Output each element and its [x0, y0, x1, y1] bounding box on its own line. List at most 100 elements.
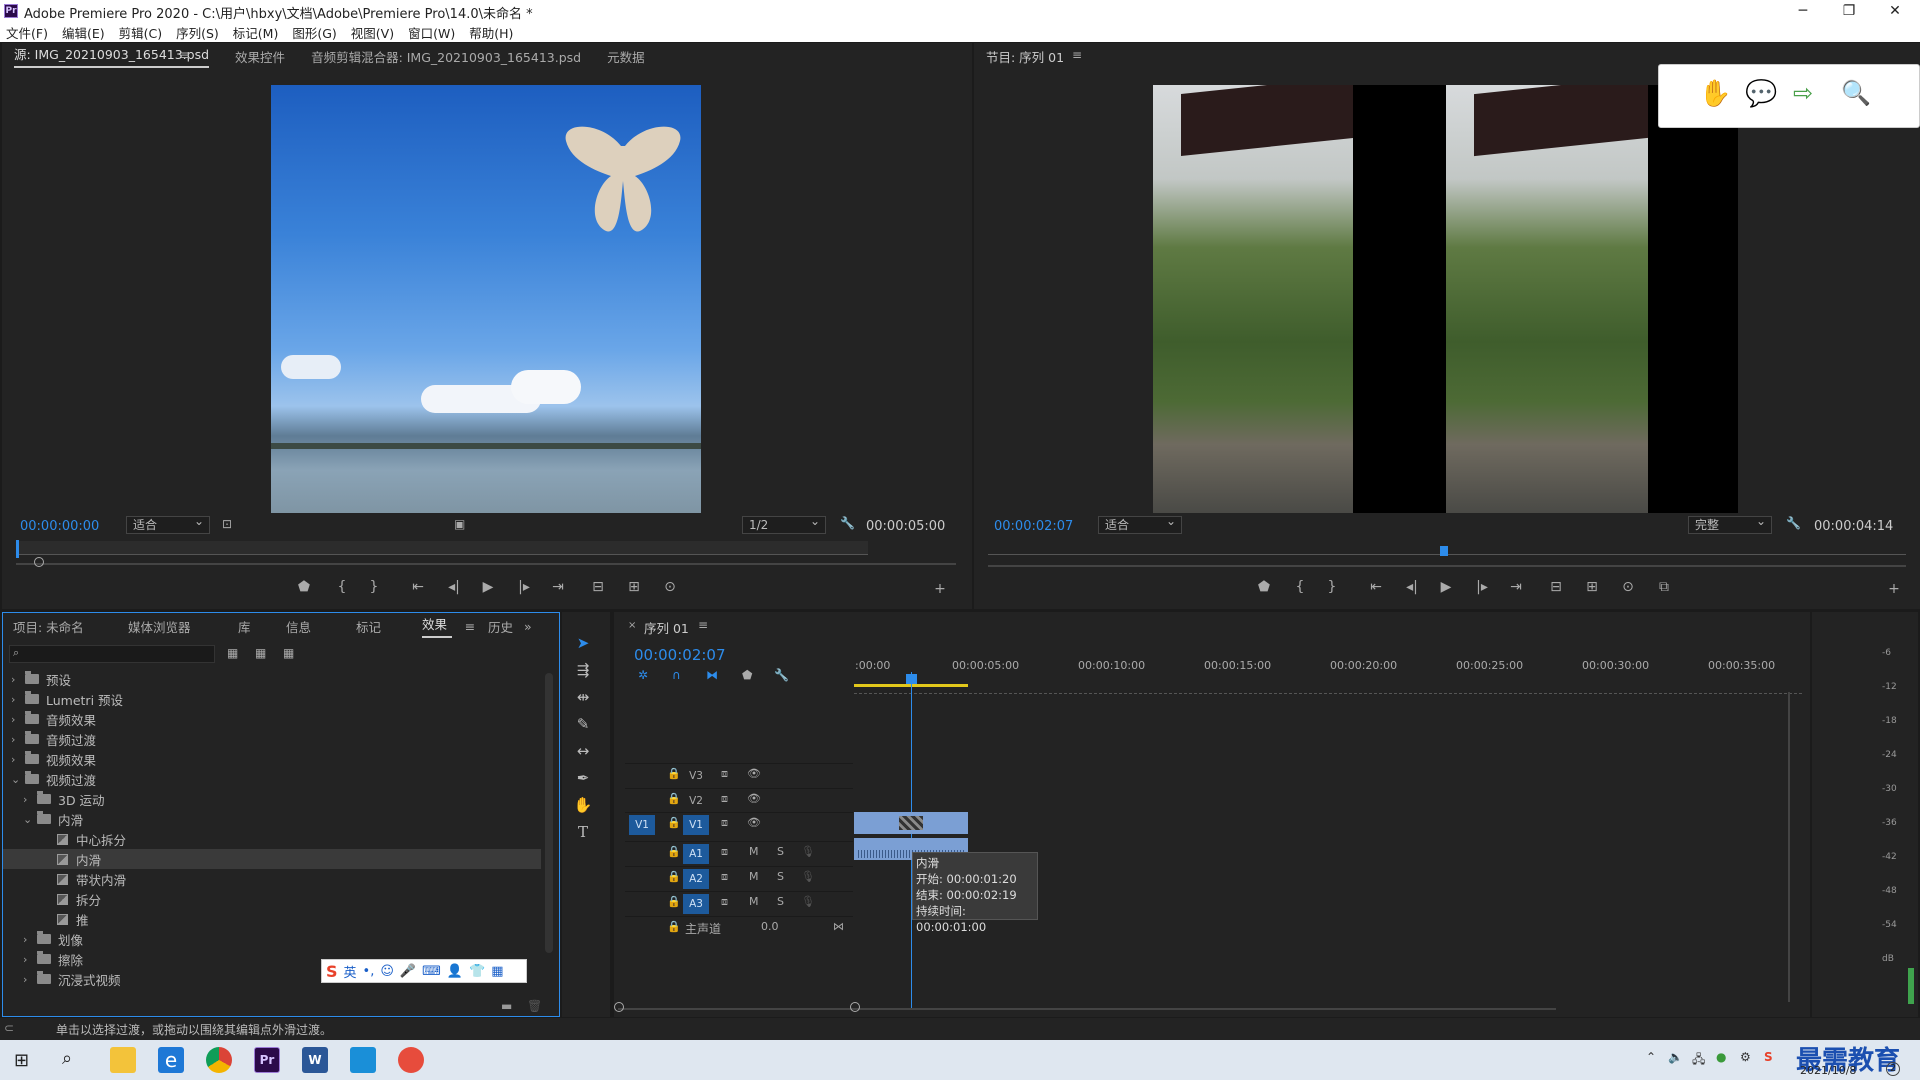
program-quality-dropdown[interactable]: 完整: [1688, 513, 1772, 534]
wrench-icon[interactable]: 🔧: [1786, 516, 1801, 530]
shirt-icon[interactable]: 👕: [469, 964, 485, 979]
tab-audio-mixer[interactable]: 音频剪辑混合器: IMG_20210903_165413.psd: [311, 47, 581, 66]
chevron-down-icon[interactable]: ⌄: [11, 773, 25, 786]
track-select-tool-icon[interactable]: ⇶: [572, 661, 594, 683]
new-bin-icon[interactable]: ▬: [501, 999, 512, 1013]
tab-project[interactable]: 项目: 未命名: [13, 617, 128, 636]
tray-app-icon[interactable]: ●: [1716, 1050, 1726, 1064]
chevron-down-icon[interactable]: ⌄: [23, 813, 37, 826]
razor-tool-icon[interactable]: ✎: [572, 715, 594, 737]
zoom-search-icon[interactable]: 🔍: [1841, 79, 1871, 107]
menu-window[interactable]: 窗口(W): [408, 23, 455, 42]
program-zoom-bar[interactable]: [988, 565, 1906, 567]
sync-lock-icon[interactable]: ⧈: [721, 792, 728, 806]
accelerated-effects-icon[interactable]: ▦: [227, 646, 238, 660]
solo-button[interactable]: S: [777, 845, 784, 858]
notification-badge[interactable]: 2: [1886, 1062, 1900, 1076]
add-marker-icon[interactable]: ⬟: [742, 668, 752, 682]
lock-icon[interactable]: 🔒: [667, 767, 681, 780]
program-fit-dropdown[interactable]: 适合: [1098, 513, 1182, 534]
network-icon[interactable]: 🖧: [1692, 1050, 1705, 1071]
sync-lock-icon[interactable]: ⧈: [721, 767, 728, 781]
timeline-scroll-h[interactable]: [618, 1008, 1556, 1010]
tree-folder[interactable]: ⌄ 视频过渡: [3, 769, 541, 789]
close-button[interactable]: ✕: [1872, 0, 1918, 22]
nest-icon[interactable]: ✲: [638, 668, 648, 682]
menu-graphics[interactable]: 图形(G): [292, 23, 336, 42]
scroll-handle[interactable]: [850, 1002, 860, 1012]
step-back-icon[interactable]: ◂|: [444, 579, 464, 595]
comparison-view-icon[interactable]: ⧉: [1654, 579, 1674, 595]
snap-icon[interactable]: ∩: [672, 668, 681, 682]
time-ruler[interactable]: [854, 672, 1802, 694]
mic-icon[interactable]: 🎙: [801, 845, 815, 858]
go-to-end-icon[interactable]: ⋈: [833, 920, 844, 933]
user-icon[interactable]: 👤: [447, 964, 463, 979]
timeline-timecode[interactable]: 00:00:02:07: [634, 646, 726, 664]
export-frame-icon[interactable]: ⊙: [660, 579, 680, 595]
lock-icon[interactable]: 🔒: [667, 920, 681, 933]
panel-menu-icon[interactable]: ≡: [1072, 48, 1082, 62]
mute-button[interactable]: M: [749, 845, 759, 858]
chevron-right-icon[interactable]: ›: [23, 933, 37, 946]
tab-program[interactable]: 节目: 序列 01: [986, 47, 1064, 66]
solo-button[interactable]: S: [777, 895, 784, 908]
sync-lock-icon[interactable]: ⧈: [721, 870, 728, 884]
effect-item[interactable]: 中心拆分: [3, 829, 541, 849]
panel-menu-icon[interactable]: ≡: [698, 618, 708, 632]
track-label[interactable]: A3: [683, 894, 709, 914]
tab-info[interactable]: 信息: [286, 617, 356, 636]
mute-button[interactable]: M: [749, 895, 759, 908]
play-icon[interactable]: ▶: [478, 579, 498, 595]
edge-icon[interactable]: e: [158, 1047, 184, 1073]
go-to-in-icon[interactable]: ⇤: [1366, 579, 1386, 595]
timeline-settings-icon[interactable]: 🔧: [774, 668, 789, 682]
tree-folder[interactable]: › 3D 运动: [3, 789, 541, 809]
overwrite-icon[interactable]: ⊞: [624, 579, 644, 595]
tree-folder[interactable]: › 预设: [3, 669, 541, 689]
track-label[interactable]: A2: [683, 869, 709, 889]
tab-metadata[interactable]: 元数据: [607, 47, 645, 66]
search-icon[interactable]: ⌕: [62, 1048, 72, 1069]
yuv-effects-icon[interactable]: ▦: [283, 646, 294, 660]
mark-out-icon[interactable]: }: [1322, 579, 1342, 595]
zoom-handle[interactable]: [34, 557, 44, 567]
lock-icon[interactable]: 🔒: [667, 792, 681, 805]
menu-sequence[interactable]: 序列(S): [176, 23, 219, 42]
source-playhead[interactable]: [16, 540, 19, 558]
menu-help[interactable]: 帮助(H): [469, 23, 513, 42]
menu-marker[interactable]: 标记(M): [233, 23, 279, 42]
premiere-taskbar-icon[interactable]: Pr: [254, 1047, 280, 1073]
master-volume[interactable]: 0.0: [761, 920, 779, 933]
source-timecode[interactable]: 00:00:00:00: [20, 519, 99, 534]
eye-icon[interactable]: 👁: [747, 792, 761, 805]
effect-item[interactable]: 带状内滑: [3, 869, 541, 889]
lock-icon[interactable]: 🔒: [667, 870, 681, 883]
timeline-scroll-v[interactable]: [1788, 692, 1790, 1002]
type-tool-icon[interactable]: T: [572, 823, 594, 845]
lock-icon[interactable]: 🔒: [667, 845, 681, 858]
sync-lock-icon[interactable]: ⧈: [721, 816, 728, 830]
tree-folder[interactable]: › 划像: [3, 929, 541, 949]
volume-icon[interactable]: 🔈: [1668, 1050, 1683, 1064]
tree-folder[interactable]: ⌄ 内滑: [3, 809, 541, 829]
tab-history[interactable]: 历史: [488, 617, 524, 636]
track-label[interactable]: V3: [683, 766, 709, 786]
go-to-out-icon[interactable]: ⇥: [548, 579, 568, 595]
chevron-up-icon[interactable]: ⌃: [1646, 1050, 1656, 1064]
safe-margins-icon[interactable]: ▣: [454, 517, 465, 531]
close-tab-icon[interactable]: ×: [628, 620, 636, 631]
extract-icon[interactable]: ⊞: [1582, 579, 1602, 595]
scroll-handle[interactable]: [614, 1002, 624, 1012]
effect-item[interactable]: 拆分: [3, 889, 541, 909]
transition-marker[interactable]: [899, 816, 923, 830]
chevron-right-icon[interactable]: ›: [11, 753, 25, 766]
hand-tool-icon[interactable]: ✋: [572, 796, 594, 818]
settings-icon[interactable]: ⊡: [222, 517, 232, 531]
grid-icon[interactable]: ▦: [491, 964, 503, 979]
play-icon[interactable]: ▶: [1436, 579, 1456, 595]
effect-item[interactable]: 内滑: [3, 849, 541, 869]
mic-icon[interactable]: 🎙: [801, 870, 815, 883]
windows-start-icon[interactable]: ⊞: [14, 1050, 29, 1071]
mic-icon[interactable]: 🎙: [801, 895, 815, 908]
